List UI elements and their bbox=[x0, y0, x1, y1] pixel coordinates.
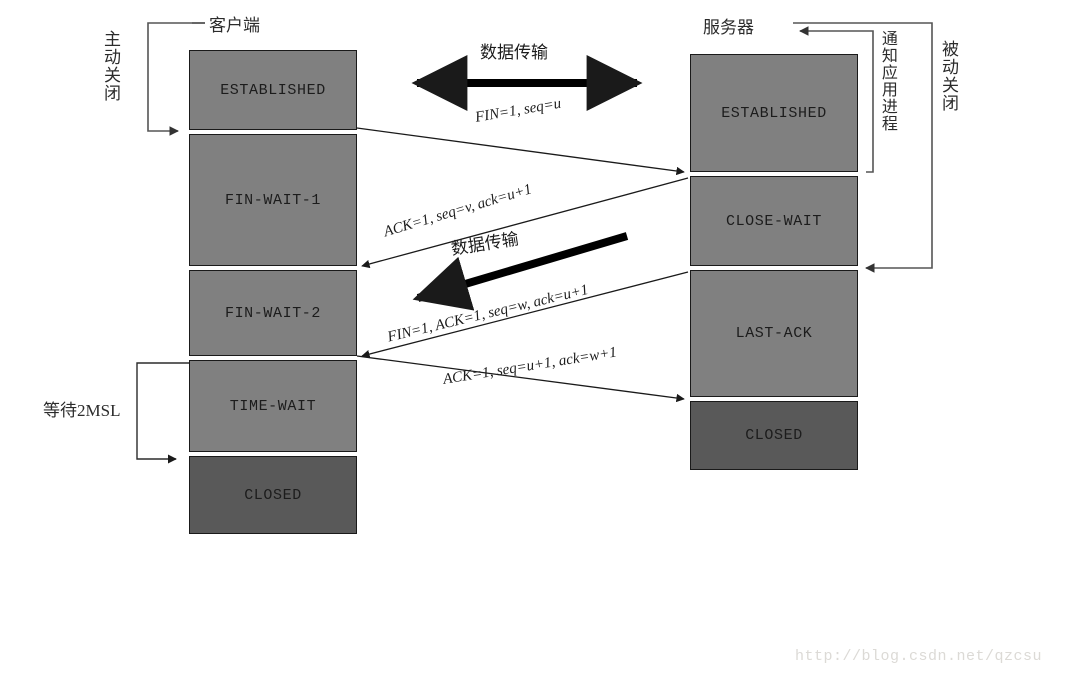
client-state-established: ESTABLISHED bbox=[189, 50, 357, 130]
watermark: http://blog.csdn.net/qzcsu bbox=[795, 648, 1043, 665]
server-state-last-ack: LAST-ACK bbox=[690, 270, 858, 397]
wait-2msl-bracket bbox=[136, 362, 189, 464]
server-state-established: ESTABLISHED bbox=[690, 54, 858, 172]
client-title: 客户端 bbox=[209, 16, 260, 35]
client-state-fin-wait-2: FIN-WAIT-2 bbox=[189, 270, 357, 356]
client-state-closed: CLOSED bbox=[189, 456, 357, 534]
server-state-close-wait: CLOSE-WAIT bbox=[690, 176, 858, 266]
notify-app-label: 通知应用进程 bbox=[878, 30, 896, 132]
server-title: 服务器 bbox=[703, 18, 754, 37]
client-state-fin-wait-1: FIN-WAIT-1 bbox=[189, 134, 357, 266]
data-transfer-top-label: 数据传输 bbox=[480, 43, 548, 62]
server-state-closed: CLOSED bbox=[690, 401, 858, 470]
data-transfer-arrow-mid bbox=[412, 232, 629, 311]
tcp-termination-diagram: ESTABLISHED FIN-WAIT-1 FIN-WAIT-2 TIME-W… bbox=[0, 0, 1066, 684]
client-state-time-wait: TIME-WAIT bbox=[189, 360, 357, 452]
message-line-fin1 bbox=[356, 127, 685, 176]
active-close-label: 主动关闭 bbox=[101, 30, 121, 102]
passive-close-label: 被动关闭 bbox=[939, 40, 959, 112]
wait-2msl-label: 等待2MSL bbox=[43, 401, 121, 420]
